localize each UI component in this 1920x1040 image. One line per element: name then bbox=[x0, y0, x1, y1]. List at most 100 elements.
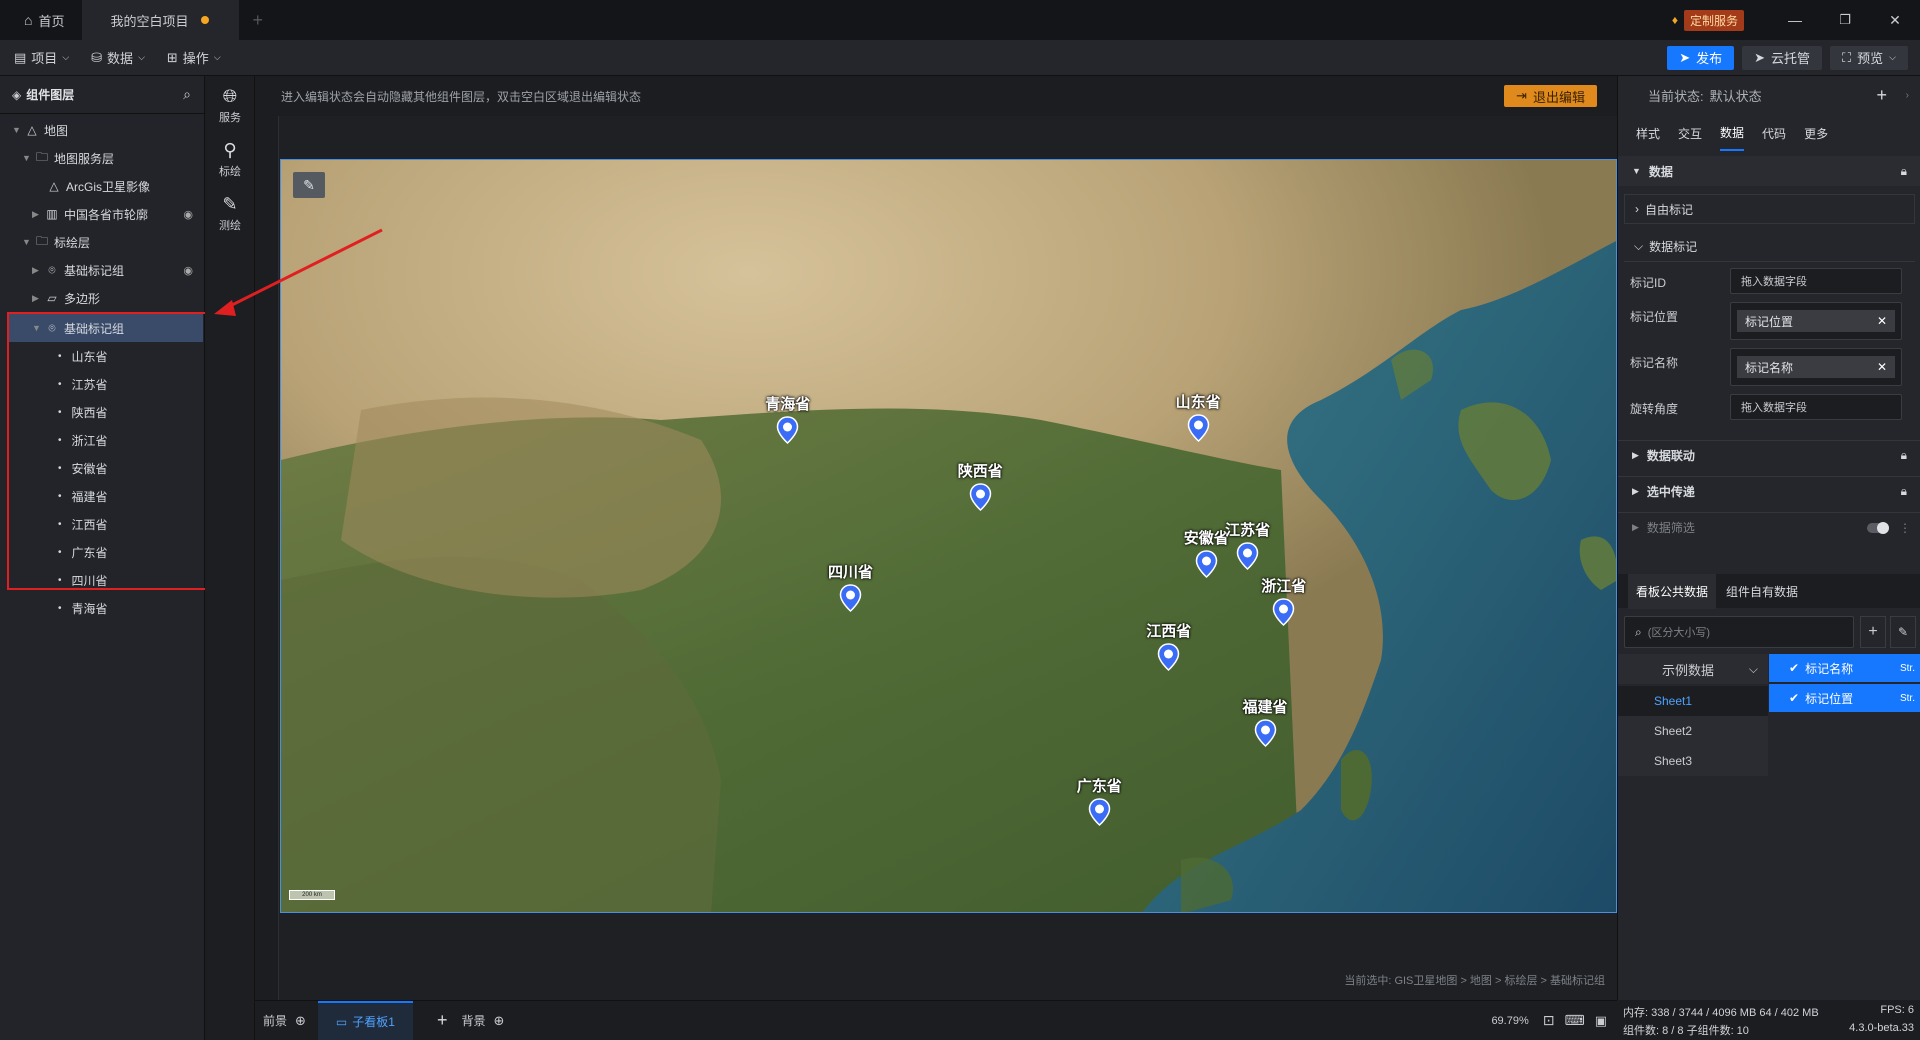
bullet-icon: • bbox=[58, 518, 62, 530]
tree-item-province[interactable]: • 山东省 bbox=[0, 342, 205, 370]
tree-item-arcgis[interactable]: △ ArcGis卫星影像 bbox=[0, 172, 205, 200]
map-marker[interactable]: 浙江省 bbox=[1261, 575, 1306, 629]
tab-background[interactable]: 背景 ⊕ bbox=[461, 1012, 504, 1029]
edit-data-button[interactable]: ✎ bbox=[1890, 616, 1916, 648]
tool-service[interactable]: 🌐︎ 服务 bbox=[205, 86, 255, 125]
tab-background-label: 背景 bbox=[461, 1014, 486, 1028]
add-circle-icon[interactable]: ⊕ bbox=[493, 1013, 504, 1029]
field-input[interactable]: 拖入数据字段 bbox=[1730, 268, 1902, 294]
tree-item-province[interactable]: • 青海省 bbox=[0, 594, 205, 622]
eye-off-icon[interactable]: ◉ bbox=[183, 208, 193, 221]
lock-icon[interactable]: 🔒︎ bbox=[1901, 164, 1907, 179]
sheet-item[interactable]: Sheet1 bbox=[1618, 686, 1768, 716]
minimize-icon[interactable]: — bbox=[1770, 12, 1820, 28]
column-item[interactable]: ✔ 标记名称 Str. bbox=[1769, 654, 1920, 682]
tree-item-plot-layer[interactable]: ▼ 🗀 标绘层 bbox=[0, 228, 205, 256]
close-icon[interactable]: ✕ bbox=[1870, 12, 1920, 29]
menu-operate[interactable]: ⊞ 操作 ⌵ bbox=[167, 48, 221, 67]
tree-item-province[interactable]: • 浙江省 bbox=[0, 426, 205, 454]
restore-icon[interactable]: ❐ bbox=[1820, 12, 1870, 28]
field-input[interactable]: 标记位置 ✕ bbox=[1730, 302, 1902, 340]
lock-icon[interactable]: 🔒︎ bbox=[1901, 484, 1907, 499]
data-source-tab[interactable]: 组件自有数据 bbox=[1718, 574, 1806, 609]
sheet-item[interactable]: Sheet2 bbox=[1618, 716, 1768, 746]
add-circle-icon[interactable]: ⊕ bbox=[295, 1013, 306, 1029]
new-tab-button[interactable]: + bbox=[253, 10, 264, 31]
free-mark-header[interactable]: › 自由标记 bbox=[1624, 194, 1915, 224]
property-tab[interactable]: 代码 bbox=[1762, 117, 1786, 150]
add-state-button[interactable]: + bbox=[1876, 85, 1887, 106]
tab-home[interactable]: ⌂ 首页 bbox=[0, 0, 82, 40]
map-marker[interactable]: 江西省 bbox=[1146, 620, 1191, 674]
brush-icon[interactable]: ✎ bbox=[293, 172, 325, 198]
close-icon[interactable]: ✕ bbox=[1877, 314, 1887, 328]
data-section-header[interactable]: ▼ 数据 🔒︎ bbox=[1618, 156, 1920, 186]
data-search-field[interactable]: ⌕ (区分大小写) bbox=[1624, 616, 1854, 648]
lock-icon[interactable]: 🔒︎ bbox=[1901, 448, 1907, 463]
map-marker[interactable]: 陕西省 bbox=[958, 460, 1003, 514]
keyboard-icon[interactable]: ⌨ bbox=[1564, 1012, 1584, 1029]
filter-toggle[interactable] bbox=[1867, 521, 1889, 534]
tree-item-province[interactable]: • 江西省 bbox=[0, 510, 205, 538]
filter-header[interactable]: ▶ 数据筛选 ⋮ bbox=[1618, 512, 1920, 542]
tree-item-map[interactable]: ▼ △ 地图 bbox=[0, 116, 205, 144]
satellite-map[interactable]: ✎ 200 km 青海省 陕西省 四川省 山东省 安徽省 江苏省 浙江省 江西省 福建省 广东省 bbox=[280, 159, 1617, 913]
field-input[interactable]: 拖入数据字段 bbox=[1730, 394, 1902, 420]
publish-button[interactable]: ➤ 发布 bbox=[1667, 45, 1735, 70]
map-marker[interactable]: 江苏省 bbox=[1225, 519, 1270, 573]
map-marker[interactable]: 四川省 bbox=[828, 561, 873, 615]
property-tab[interactable]: 更多 bbox=[1804, 117, 1828, 150]
more-vertical-icon[interactable]: ⋮ bbox=[1899, 521, 1911, 535]
map-marker[interactable]: 山东省 bbox=[1176, 391, 1221, 445]
map-marker[interactable]: 安徽省 bbox=[1184, 527, 1229, 581]
field-input[interactable]: 标记名称 ✕ bbox=[1730, 348, 1902, 386]
tree-item-province[interactable]: • 安徽省 bbox=[0, 454, 205, 482]
chevron-right-icon: › bbox=[1635, 202, 1639, 216]
tree-item-province[interactable]: • 广东省 bbox=[0, 538, 205, 566]
search-icon[interactable]: ⌕ bbox=[183, 86, 191, 103]
tree-item-marker-group-selected[interactable]: ▼ ⌾ 基础标记组 bbox=[9, 314, 203, 342]
tree-item-province[interactable]: • 江苏省 bbox=[0, 370, 205, 398]
exit-edit-button[interactable]: ⇥ 退出编辑 bbox=[1504, 85, 1597, 107]
data-source-tab[interactable]: 看板公共数据 bbox=[1628, 573, 1717, 609]
tree-item-polygon[interactable]: ▶ ▱ 多边形 bbox=[0, 284, 205, 312]
property-tab[interactable]: 数据 bbox=[1720, 116, 1745, 151]
state-value[interactable]: 默认状态 bbox=[1710, 86, 1762, 105]
map-pin-icon bbox=[1236, 542, 1259, 571]
eye-off-icon[interactable]: ◉ bbox=[183, 264, 193, 277]
tree-item-map-service-layer[interactable]: ▼ 🗀 地图服务层 bbox=[0, 144, 205, 172]
zoom-level[interactable]: 69.79% bbox=[1491, 1015, 1528, 1027]
tab-sub-board[interactable]: ▭ 子看板1 bbox=[317, 1001, 413, 1040]
terminal-icon[interactable]: ▣ bbox=[1595, 1013, 1607, 1029]
map-marker[interactable]: 广东省 bbox=[1077, 775, 1122, 829]
selected-pass-header[interactable]: ▶ 选中传递 🔒︎ bbox=[1618, 476, 1920, 506]
add-board-button[interactable]: + bbox=[437, 1010, 448, 1031]
fit-screen-icon[interactable]: ⊡ bbox=[1543, 1012, 1555, 1029]
tab-foreground[interactable]: 前景 ⊕ bbox=[263, 1012, 306, 1029]
custom-service-button[interactable]: ♦ 定制服务 bbox=[1672, 9, 1744, 31]
linkage-header[interactable]: ▶ 数据联动 🔒︎ bbox=[1618, 440, 1920, 470]
sheet-item[interactable]: Sheet3 bbox=[1618, 746, 1768, 776]
tree-item-province[interactable]: • 四川省 bbox=[0, 566, 205, 594]
menu-data[interactable]: ⛁ 数据 ⌵ bbox=[91, 48, 145, 67]
close-icon[interactable]: ✕ bbox=[1877, 360, 1887, 374]
tool-marker[interactable]: ⚲ 标绘 bbox=[205, 140, 255, 179]
column-item[interactable]: ✔ 标记位置 Str. bbox=[1769, 684, 1920, 712]
map-marker[interactable]: 福建省 bbox=[1243, 696, 1288, 750]
cloud-button[interactable]: ➤ 云托管 bbox=[1742, 45, 1823, 70]
tree-item-province-outline[interactable]: ▶ ▥ 中国各省市轮廓 ◉ bbox=[0, 200, 205, 228]
menu-project[interactable]: ▤ 项目 ⌵ bbox=[14, 48, 69, 67]
tree-item-label: 广东省 bbox=[71, 545, 108, 560]
tab-project[interactable]: 我的空白项目 bbox=[82, 0, 239, 40]
tree-item-province[interactable]: • 福建省 bbox=[0, 482, 205, 510]
add-data-button[interactable]: + bbox=[1860, 616, 1886, 648]
dataset-select[interactable]: 示例数据 ⌵ bbox=[1618, 654, 1768, 684]
tree-item-province[interactable]: • 陕西省 bbox=[0, 398, 205, 426]
chevron-right-icon[interactable]: › bbox=[1906, 90, 1909, 101]
property-tab[interactable]: 交互 bbox=[1678, 117, 1702, 150]
preview-button[interactable]: ⛶ 预览 ⌵ bbox=[1830, 45, 1908, 70]
data-mark-header[interactable]: ⌵ 数据标记 bbox=[1624, 232, 1915, 262]
tree-item-marker-group[interactable]: ▶ ⌾ 基础标记组 ◉ bbox=[0, 256, 205, 284]
property-tab[interactable]: 样式 bbox=[1636, 117, 1660, 150]
map-marker[interactable]: 青海省 bbox=[765, 393, 810, 447]
